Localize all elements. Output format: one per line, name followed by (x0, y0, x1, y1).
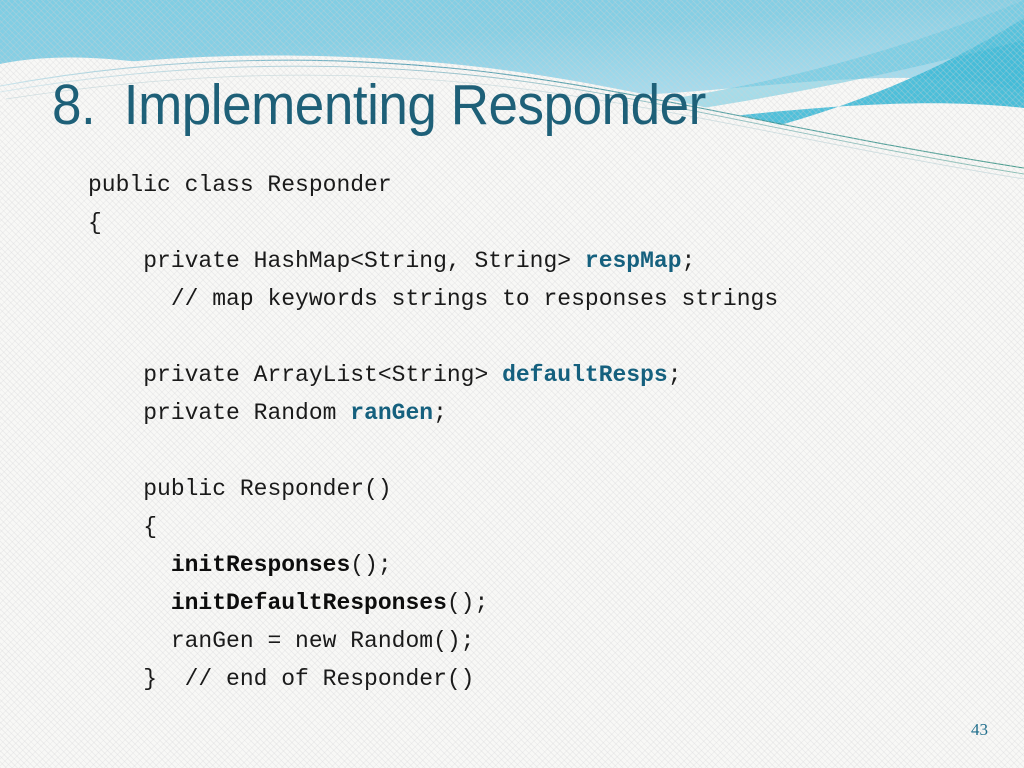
code-token: respMap (584, 248, 682, 274)
code-token: ranGen = new Random(); (170, 628, 475, 654)
code-token: private HashMap<String, String> (143, 248, 585, 274)
code-line: // map keywords strings to responses str… (88, 280, 778, 318)
code-token: initDefaultResponses (170, 590, 447, 616)
code-line: public class Responder (88, 166, 778, 204)
code-line: { (88, 508, 778, 546)
page-number: 43 (971, 720, 988, 739)
code-token: private Random (143, 400, 351, 426)
code-token: public Responder() (143, 476, 392, 502)
code-token: } // end of Responder() (143, 666, 475, 692)
code-token: initResponses (170, 552, 351, 578)
code-line: { (88, 204, 778, 242)
code-token: ; (667, 362, 682, 388)
code-token: defaultResps (502, 362, 668, 388)
code-line: initResponses(); (88, 546, 778, 584)
slide-title: 8. Implementing Responder (52, 73, 706, 137)
code-token: { (88, 210, 102, 236)
slide-canvas: 8. Implementing Responder public class R… (0, 0, 1024, 768)
code-line: ranGen = new Random(); (88, 622, 778, 660)
code-token: private ArrayList<String> (143, 362, 503, 388)
code-line: private Random ranGen; (88, 394, 778, 432)
code-line: initDefaultResponses(); (88, 584, 778, 622)
code-line: private HashMap<String, String> respMap; (88, 242, 778, 280)
code-token: (); (350, 552, 392, 578)
code-line: } // end of Responder() (88, 660, 778, 698)
code-token: public class Responder (88, 172, 392, 198)
code-token: ; (681, 248, 696, 274)
code-listing: public class Responder { private HashMap<… (88, 166, 778, 698)
code-line: private ArrayList<String> defaultResps; (88, 356, 778, 394)
code-line: public Responder() (88, 470, 778, 508)
code-token: ; (433, 400, 447, 426)
code-token: // map keywords strings to responses str… (170, 286, 779, 312)
code-token: (); (446, 590, 489, 616)
code-token: { (143, 514, 158, 540)
code-token: ranGen (350, 400, 434, 426)
